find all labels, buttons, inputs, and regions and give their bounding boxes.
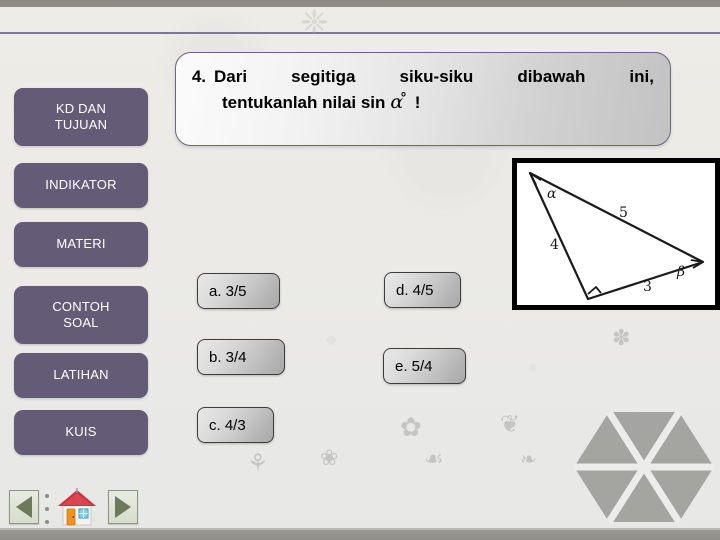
question-panel: 4. Dari segitiga siku-siku dibawah ini, … bbox=[175, 52, 671, 146]
top-band bbox=[0, 0, 720, 7]
ornament-motif: ⚘ bbox=[247, 450, 269, 477]
sidebar-item-label: MATERI bbox=[56, 236, 106, 252]
nav-dots-decoration bbox=[45, 494, 51, 524]
home-button[interactable] bbox=[56, 487, 98, 527]
ornament-motif: ☙ bbox=[424, 446, 444, 471]
svg-text:3: 3 bbox=[643, 279, 652, 295]
nav-dot bbox=[45, 520, 49, 524]
triangle-left-icon bbox=[16, 496, 32, 518]
svg-text:5: 5 bbox=[619, 205, 628, 221]
svg-text:β: β bbox=[676, 264, 685, 280]
sidebar-nav: KD DAN TUJUAN INDIKATOR MATERI CONTOH SO… bbox=[14, 88, 148, 455]
sidebar-item-label-line1: CONTOH bbox=[52, 298, 110, 314]
hexagon-ornament-icon bbox=[574, 410, 714, 524]
ornament-motif: ❈ bbox=[300, 4, 329, 42]
question-number: 4. bbox=[191, 67, 206, 86]
next-slide-button[interactable] bbox=[108, 490, 138, 524]
home-icon bbox=[58, 488, 96, 526]
question-text-line2-prefix: tentukanlah nilai sin bbox=[222, 93, 386, 112]
sidebar-item-contoh-soal[interactable]: CONTOH SOAL bbox=[14, 286, 148, 344]
sidebar-item-label: KD DAN TUJUAN bbox=[55, 101, 107, 134]
top-divider-rule bbox=[0, 32, 720, 34]
question-text-line2-suffix: ! bbox=[414, 93, 421, 112]
answer-option-d[interactable]: d. 4/5 bbox=[384, 272, 461, 308]
svg-text:4: 4 bbox=[550, 237, 559, 253]
previous-slide-button[interactable] bbox=[9, 490, 39, 524]
ornament-motif: ❧ bbox=[520, 449, 537, 471]
sidebar-item-materi[interactable]: MATERI bbox=[14, 222, 148, 267]
sidebar-item-label-line2: TUJUAN bbox=[54, 117, 108, 132]
answer-option-c[interactable]: c. 4/3 bbox=[197, 407, 274, 443]
question-text-line1: Dari segitiga siku-siku dibawah ini, bbox=[214, 67, 654, 86]
triangle-figure: α β 5 4 3 bbox=[512, 158, 720, 310]
triangle-right-icon bbox=[115, 496, 131, 518]
nav-dot bbox=[45, 507, 49, 511]
sidebar-item-indikator[interactable]: INDIKATOR bbox=[14, 163, 148, 208]
question-line-2: tentukanlah nilai sin α° ! bbox=[184, 91, 654, 113]
sidebar-item-label: CONTOH SOAL bbox=[52, 299, 109, 332]
question-line-1: 4. Dari segitiga siku-siku dibawah ini, bbox=[184, 67, 654, 87]
answer-option-e[interactable]: e. 5/4 bbox=[383, 348, 466, 384]
sidebar-item-kd-dan-tujuan[interactable]: KD DAN TUJUAN bbox=[14, 88, 148, 146]
ornament-motif: ✽ bbox=[612, 325, 631, 350]
svg-text:α: α bbox=[547, 186, 557, 202]
sidebar-item-label-line1: KD DAN bbox=[55, 100, 107, 116]
sidebar-item-label-line2: SOAL bbox=[63, 315, 99, 330]
answer-option-a[interactable]: a. 3/5 bbox=[197, 273, 280, 309]
slide-root: ❈ ❁ ⚘ ❀ ✿ ☙ ❦ ❧ ✽ KD DAN TUJUAN INDIKATO… bbox=[0, 0, 720, 540]
sidebar-item-label: INDIKATOR bbox=[45, 177, 117, 193]
ornament-motif: ✿ bbox=[400, 412, 422, 442]
ornament-motif: ❀ bbox=[320, 445, 339, 470]
triangle-diagram-icon: α β 5 4 3 bbox=[528, 171, 705, 301]
sidebar-item-label: LATIHAN bbox=[53, 367, 109, 383]
sidebar-item-label: KUIS bbox=[65, 424, 97, 440]
sidebar-item-latihan[interactable]: LATIHAN bbox=[14, 353, 148, 398]
bottom-band bbox=[0, 530, 720, 540]
degree-glyph: ° bbox=[400, 91, 407, 106]
sidebar-item-kuis[interactable]: KUIS bbox=[14, 410, 148, 455]
ornament-motif: ❦ bbox=[500, 411, 521, 438]
nav-dot bbox=[45, 494, 49, 498]
answer-option-b[interactable]: b. 3/4 bbox=[197, 339, 285, 375]
alpha-symbol: α° bbox=[390, 91, 409, 113]
